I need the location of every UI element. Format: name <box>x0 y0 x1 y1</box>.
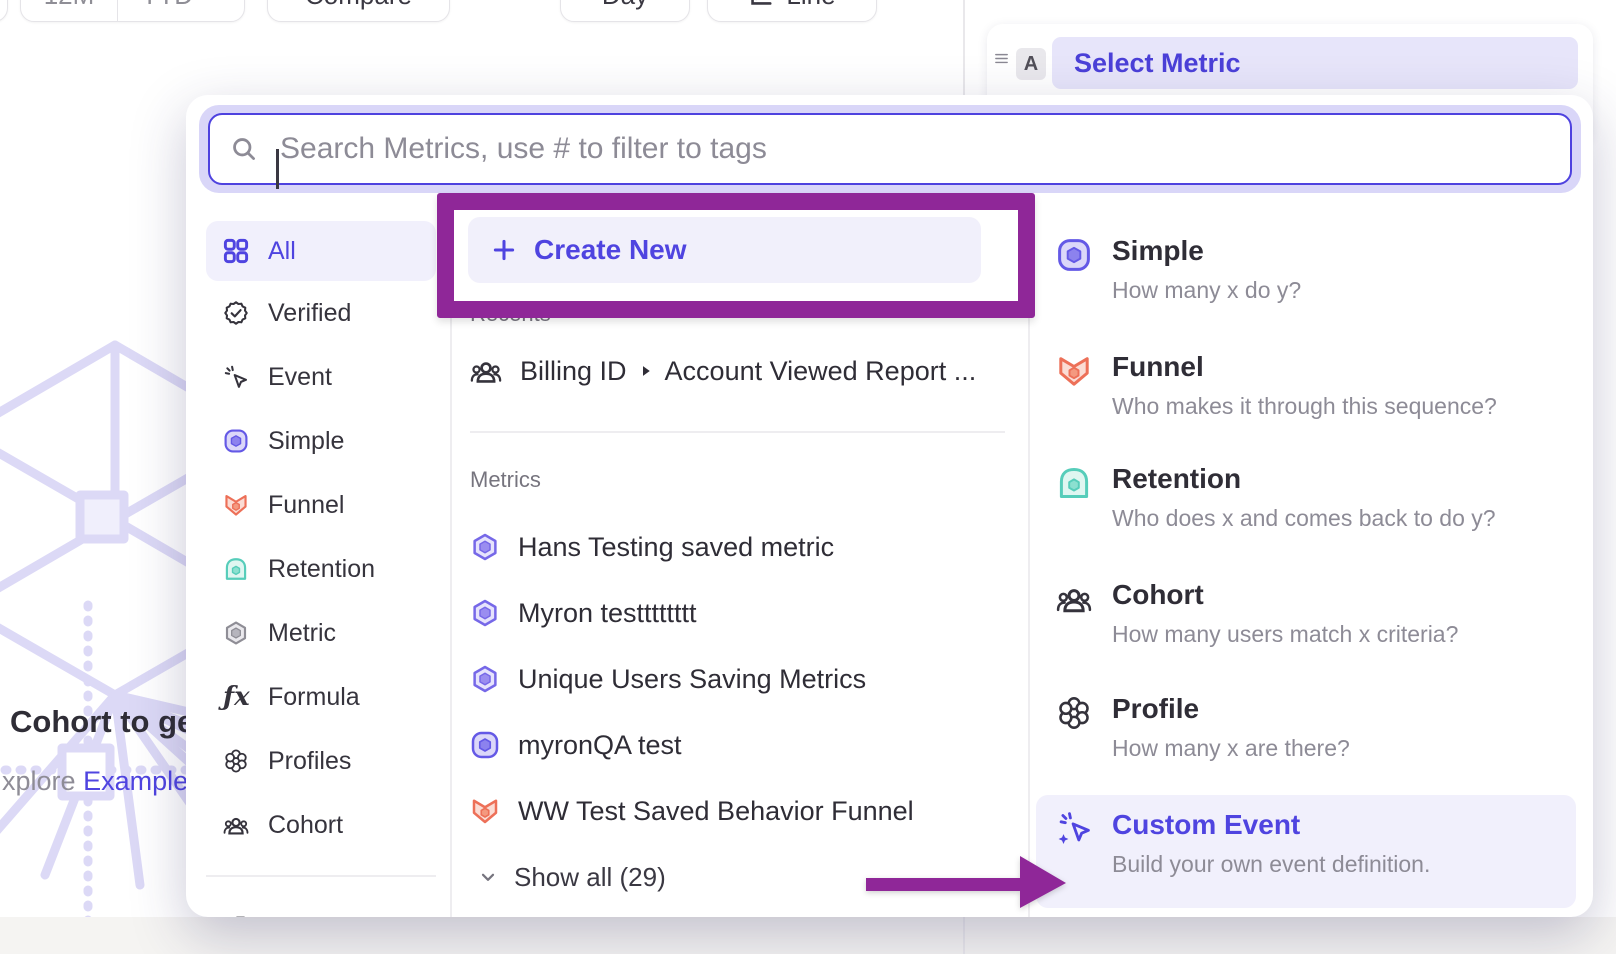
metric-hexagon-icon <box>470 598 500 628</box>
event-cursor-icon <box>223 364 249 390</box>
metric-list-item[interactable]: Myron testttttttt <box>470 589 1015 637</box>
cohort-people-icon <box>223 812 249 838</box>
type-custom-event[interactable]: Custom Event Build your own event defini… <box>1036 803 1576 893</box>
breadcrumb-arrow-icon <box>637 362 655 380</box>
recents-divider <box>470 431 1005 433</box>
app-root: Cohort to ge xplore Example 12M YTD Comp… <box>0 0 1616 954</box>
type-funnel[interactable]: Funnel Who makes it through this sequenc… <box>1036 345 1576 435</box>
simple-metric-icon <box>470 730 500 760</box>
formula-fx-icon: ƒx <box>223 682 249 712</box>
select-metric-label: Select Metric <box>1074 48 1241 79</box>
verified-seal-icon <box>223 300 249 326</box>
sidebar-item-retention[interactable]: Retention <box>206 543 436 595</box>
range-ytd-button[interactable]: YTD <box>117 0 244 21</box>
funnel-icon <box>470 796 500 826</box>
range-12m-button[interactable]: 12M <box>21 0 117 21</box>
metric-hexagon-icon <box>223 620 249 646</box>
sidebar-item-funnel[interactable]: Funnel <box>206 479 436 531</box>
funnel-icon <box>1056 353 1092 389</box>
simple-metric-icon <box>223 428 249 454</box>
retention-icon <box>1056 465 1092 501</box>
sidebar-item-event[interactable]: Event <box>206 351 436 403</box>
retention-icon <box>223 556 249 582</box>
page-bottom-strip <box>0 917 1616 954</box>
sidebar-item-formula[interactable]: ƒx Formula <box>206 671 436 723</box>
chart-type-line-button[interactable]: Line <box>707 0 877 22</box>
profiles-cluster-icon <box>223 748 249 774</box>
grid-icon <box>223 238 249 264</box>
canvas-heading-fragment: Cohort to ge <box>10 704 194 740</box>
example-link[interactable]: Example <box>83 766 188 796</box>
type-simple[interactable]: Simple How many x do y? <box>1036 229 1576 319</box>
metric-list-item[interactable]: Hans Testing saved metric <box>470 523 1015 571</box>
sidebar-item-cohort[interactable]: Cohort <box>206 799 436 851</box>
granularity-day-button[interactable]: Day <box>560 0 690 22</box>
select-metric-button[interactable]: Select Metric <box>1052 37 1578 89</box>
type-cohort[interactable]: Cohort How many users match x criteria? <box>1036 573 1576 663</box>
annotation-highlight-rectangle <box>437 193 1035 318</box>
text-caret <box>276 149 279 189</box>
drag-handle-icon[interactable] <box>993 50 1010 67</box>
type-profile[interactable]: Profile How many x are there? <box>1036 687 1576 777</box>
chevron-down-icon <box>476 865 500 889</box>
canvas-explore-line: xplore Example <box>2 766 188 797</box>
cohort-people-icon <box>470 355 502 387</box>
metric-list-item[interactable]: Unique Users Saving Metrics <box>470 655 1015 703</box>
annotation-arrow <box>858 848 1070 920</box>
series-a-badge: A <box>1016 48 1046 80</box>
simple-metric-icon <box>1056 237 1092 273</box>
cohort-people-icon <box>1056 581 1092 617</box>
date-range-group: 12M YTD <box>20 0 245 22</box>
sidebar-item-profiles[interactable]: Profiles <box>206 735 436 787</box>
metric-list-item[interactable]: myronQA test <box>470 721 1015 769</box>
metric-hexagon-icon <box>470 664 500 694</box>
type-retention[interactable]: Retention Who does x and comes back to d… <box>1036 457 1576 547</box>
metric-hexagon-icon <box>470 532 500 562</box>
toolbar-edge-button[interactable] <box>0 0 8 22</box>
search-box <box>208 113 1572 185</box>
metric-list-item[interactable]: WW Test Saved Behavior Funnel <box>470 787 1015 835</box>
compare-button[interactable]: Compare <box>267 0 450 22</box>
line-chart-icon <box>748 0 774 8</box>
sidebar-item-metric[interactable]: Metric <box>206 607 436 659</box>
sidebar-item-all[interactable]: All <box>206 221 436 281</box>
show-all-button[interactable]: Show all (29) <box>476 855 666 899</box>
sidebar-item-simple[interactable]: Simple <box>206 415 436 467</box>
sidebar-item-tags[interactable]: Tags <box>206 901 436 917</box>
profiles-cluster-icon <box>1056 695 1092 731</box>
search-input[interactable] <box>280 119 1560 179</box>
tag-icon <box>223 914 249 917</box>
chevron-down-icon <box>201 0 221 5</box>
explore-text-fragment: xplore <box>2 766 76 796</box>
search-icon <box>230 135 258 163</box>
custom-event-sparkle-cursor-icon <box>1056 811 1092 847</box>
funnel-icon <box>223 492 249 518</box>
recent-item[interactable]: Billing ID Account Viewed Report ... <box>470 347 1015 395</box>
sidebar-divider <box>206 875 436 877</box>
metrics-header: Metrics <box>470 467 541 493</box>
sidebar-item-verified[interactable]: Verified <box>206 287 436 339</box>
